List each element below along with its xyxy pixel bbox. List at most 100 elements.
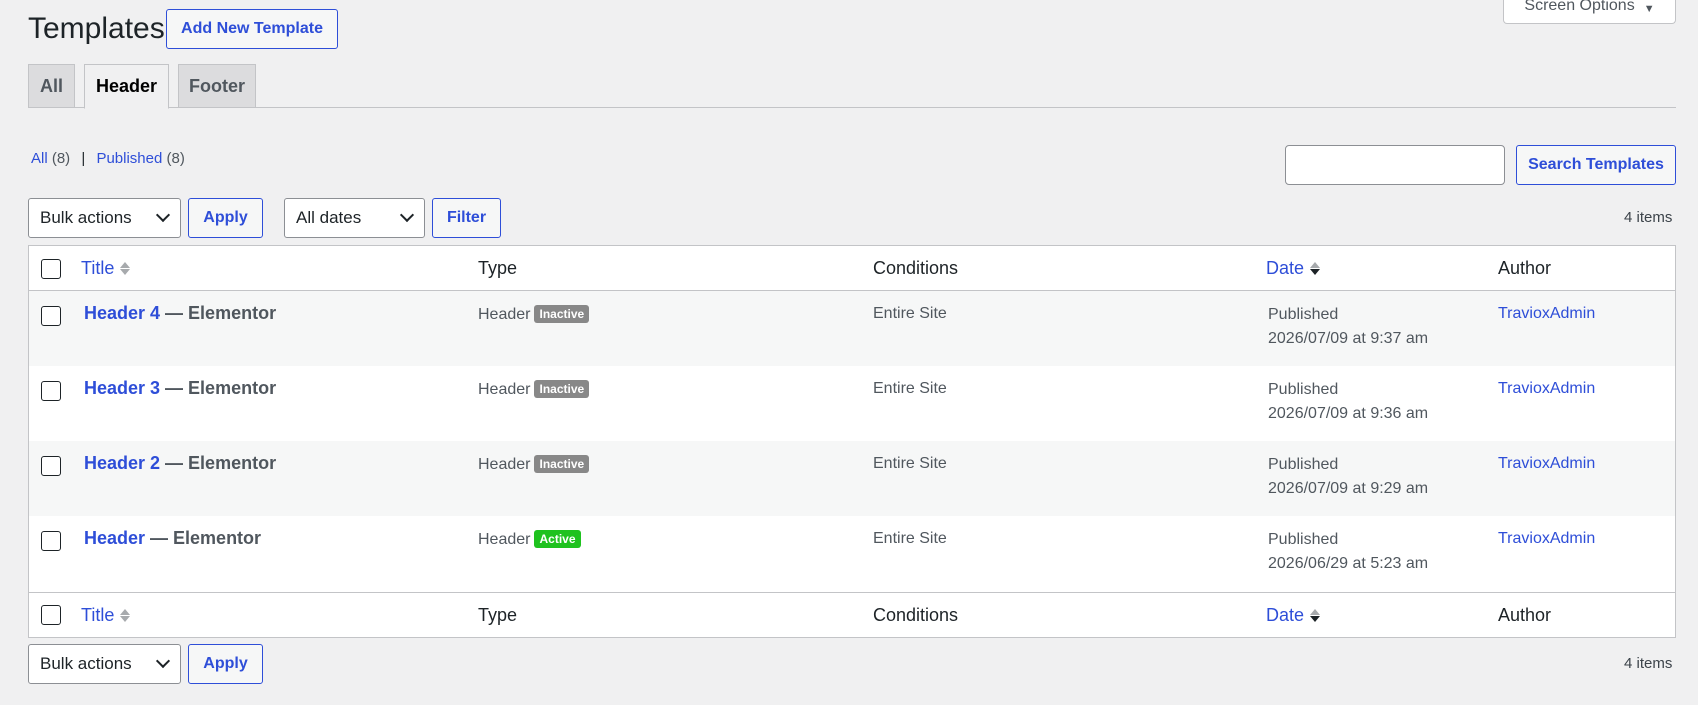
row-author-link[interactable]: TravioxAdmin xyxy=(1498,455,1595,473)
chevron-down-icon xyxy=(399,207,415,223)
column-author: Author xyxy=(1498,258,1552,278)
row-title-link[interactable]: Header xyxy=(84,528,145,548)
row-conditions: Entire Site xyxy=(873,380,947,397)
sort-icon xyxy=(120,262,131,275)
select-all-checkbox-bottom[interactable] xyxy=(41,605,61,625)
row-conditions: Entire Site xyxy=(873,305,947,322)
row-title-link[interactable]: Header 2 xyxy=(84,453,160,473)
row-type-label: Header xyxy=(478,306,531,323)
filter-all-link[interactable]: All xyxy=(31,150,48,167)
row-author-link[interactable]: TravioxAdmin xyxy=(1498,305,1595,323)
row-title: Header 2 — Elementor xyxy=(84,453,276,474)
templates-table: Title Type Conditions Date Author Header… xyxy=(28,245,1676,638)
row-date-status: Published xyxy=(1268,381,1339,398)
column-type-bottom: Type xyxy=(478,605,518,625)
row-title: Header — Elementor xyxy=(84,528,261,549)
search-input[interactable] xyxy=(1285,145,1505,185)
status-filter-links: All (8) | Published (8) xyxy=(31,150,185,167)
filter-button[interactable]: Filter xyxy=(432,198,501,238)
screen-options-button[interactable]: Screen Options ▼ xyxy=(1503,0,1676,24)
tab-header[interactable]: Header xyxy=(84,64,169,109)
filter-published-count: (8) xyxy=(166,150,185,167)
row-title-suffix: — Elementor xyxy=(160,453,277,473)
column-title-sort-bottom[interactable]: Title xyxy=(81,593,131,638)
table-row: Header — Elementor Header Active Entire S… xyxy=(29,516,1675,591)
column-date-sort-bottom[interactable]: Date xyxy=(1266,593,1321,638)
table-header-row: Title Type Conditions Date Author xyxy=(29,246,1675,291)
status-badge: Active xyxy=(534,530,581,548)
column-date-label: Date xyxy=(1266,605,1305,625)
row-date-value: 2026/07/09 at 9:37 am xyxy=(1268,330,1429,347)
row-title-link[interactable]: Header 4 xyxy=(84,303,160,323)
add-new-template-button[interactable]: Add New Template xyxy=(166,9,338,49)
column-title-label: Title xyxy=(81,605,115,625)
column-date-label: Date xyxy=(1266,258,1305,278)
row-date: Published 2026/07/09 at 9:36 am xyxy=(1268,378,1428,426)
row-date-value: 2026/06/29 at 5:23 am xyxy=(1268,555,1429,572)
row-date-value: 2026/07/09 at 9:36 am xyxy=(1268,405,1429,422)
row-date-value: 2026/07/09 at 9:29 am xyxy=(1268,480,1429,497)
row-date-status: Published xyxy=(1268,531,1339,548)
filter-all-count: (8) xyxy=(51,150,71,167)
filter-separator: | xyxy=(81,150,86,167)
select-all-checkbox[interactable] xyxy=(41,259,61,279)
table-footer-row: Title Type Conditions Date Author xyxy=(29,592,1675,637)
row-title-link[interactable]: Header 3 xyxy=(84,378,160,398)
bulk-actions-select[interactable]: Bulk actions xyxy=(28,198,181,238)
dates-select[interactable]: All dates xyxy=(284,198,425,238)
triangle-down-icon: ▼ xyxy=(1643,3,1655,15)
table-row: Header 3 — Elementor Header Inactive Enti… xyxy=(29,366,1675,441)
table-row: Header 4 — Elementor Header Inactive Enti… xyxy=(29,291,1675,366)
column-type: Type xyxy=(478,258,518,278)
column-title-sort[interactable]: Title xyxy=(81,246,131,291)
chevron-down-icon xyxy=(155,653,171,669)
status-badge: Inactive xyxy=(534,380,590,398)
row-type: Header Inactive xyxy=(478,305,590,324)
apply-button[interactable]: Apply xyxy=(188,198,263,238)
bulk-actions-value: Bulk actions xyxy=(40,654,132,673)
chevron-down-icon xyxy=(155,207,171,223)
row-date: Published 2026/06/29 at 5:23 am xyxy=(1268,528,1428,576)
search-templates-button[interactable]: Search Templates xyxy=(1516,145,1676,185)
dates-value: All dates xyxy=(296,208,362,227)
row-type: Header Inactive xyxy=(478,455,590,474)
tab-footer[interactable]: Footer xyxy=(178,64,256,108)
row-date: Published 2026/07/09 at 9:37 am xyxy=(1268,303,1428,351)
row-title: Header 4 — Elementor xyxy=(84,303,276,324)
table-row: Header 2 — Elementor Header Inactive Enti… xyxy=(29,441,1675,516)
sort-desc-icon xyxy=(1310,262,1321,275)
filter-published-link[interactable]: Published xyxy=(96,150,162,167)
row-date-status: Published xyxy=(1268,456,1339,473)
row-checkbox[interactable] xyxy=(41,456,61,476)
row-title-suffix: — Elementor xyxy=(145,528,262,548)
row-title-suffix: — Elementor xyxy=(160,303,277,323)
row-type-label: Header xyxy=(478,531,531,548)
column-conditions-bottom: Conditions xyxy=(873,605,959,625)
row-checkbox[interactable] xyxy=(41,531,61,551)
page-title: Templates xyxy=(28,12,165,45)
apply-button-bottom[interactable]: Apply xyxy=(188,644,263,684)
column-conditions: Conditions xyxy=(873,258,959,278)
row-date-status: Published xyxy=(1268,306,1339,323)
status-badge: Inactive xyxy=(534,305,590,323)
row-author-link[interactable]: TravioxAdmin xyxy=(1498,380,1595,398)
screen-options-label: Screen Options xyxy=(1524,0,1635,14)
tab-all[interactable]: All xyxy=(28,64,75,108)
items-count-top: 4 items xyxy=(1624,209,1673,226)
row-author-link[interactable]: TravioxAdmin xyxy=(1498,530,1595,548)
bulk-actions-select-bottom[interactable]: Bulk actions xyxy=(28,644,181,684)
row-checkbox[interactable] xyxy=(41,381,61,401)
row-title-suffix: — Elementor xyxy=(160,378,277,398)
sort-icon xyxy=(120,609,131,622)
row-conditions: Entire Site xyxy=(873,455,947,472)
row-date: Published 2026/07/09 at 9:29 am xyxy=(1268,453,1428,501)
bulk-actions-value: Bulk actions xyxy=(40,208,132,227)
column-author-bottom: Author xyxy=(1498,605,1552,625)
row-type: Header Inactive xyxy=(478,380,590,399)
row-type: Header Active xyxy=(478,530,581,549)
row-title: Header 3 — Elementor xyxy=(84,378,276,399)
column-title-label: Title xyxy=(81,258,115,278)
items-count-bottom: 4 items xyxy=(1624,655,1673,672)
column-date-sort[interactable]: Date xyxy=(1266,246,1321,291)
row-checkbox[interactable] xyxy=(41,306,61,326)
